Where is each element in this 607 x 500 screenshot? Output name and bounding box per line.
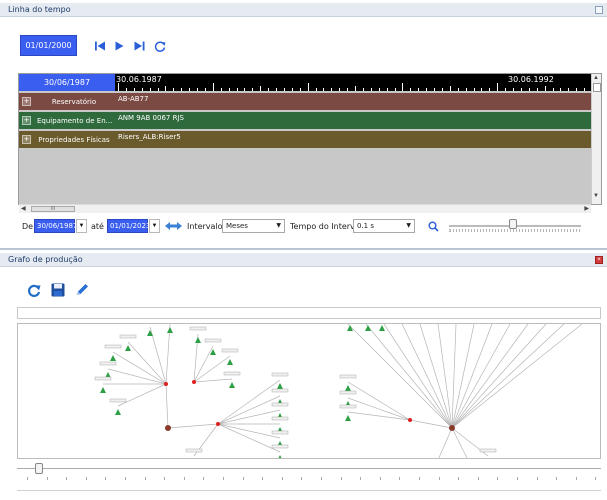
node-tag (119, 334, 137, 339)
track-bar-equipment[interactable]: ANM 9AB 0067 RJS (115, 112, 591, 129)
node-tag (185, 448, 203, 453)
expand-icon[interactable]: + (22, 116, 31, 125)
close-icon[interactable]: × (595, 256, 603, 264)
first-frame-icon[interactable] (94, 40, 107, 52)
track-bar-physical-properties[interactable]: Risers_ALB:Riser5 (115, 131, 591, 148)
interval-time-select[interactable]: 0.1 s ▼ (353, 219, 415, 233)
refresh-icon[interactable] (153, 40, 167, 52)
well-node (195, 337, 201, 343)
graph-timeline-thumb[interactable] (34, 463, 43, 474)
manifold-node (192, 458, 196, 459)
node-tag (99, 361, 117, 366)
from-date-dropdown[interactable]: ▼ (76, 219, 87, 233)
production-graph (94, 324, 583, 459)
well-node (147, 330, 153, 336)
expand-icon[interactable]: + (22, 97, 31, 106)
graph-panel-header: Grafo de produção × (0, 253, 607, 267)
timeline-horizontal-scrollbar[interactable]: ◀ III ▶ (19, 204, 591, 213)
horizontal-scroll-thumb[interactable]: III (31, 206, 75, 212)
timeline-panel-title: Linha do tempo (8, 5, 71, 14)
track-bar-reservoir[interactable]: AB-AB77 (115, 93, 591, 110)
manifold-node (216, 422, 220, 426)
current-date-button[interactable]: 01/01/2000 (20, 35, 77, 56)
last-frame-icon[interactable] (133, 40, 146, 52)
expand-icon[interactable]: + (22, 135, 31, 144)
node-tag (221, 348, 239, 353)
timeline-empty-area (19, 150, 591, 204)
save-icon[interactable] (50, 282, 66, 298)
node-tag (94, 376, 112, 381)
node-tag (271, 372, 289, 377)
well-node (278, 455, 282, 458)
from-date-field[interactable]: 30/06/1987 (34, 219, 77, 233)
well-node (115, 409, 121, 415)
well-node (125, 345, 131, 351)
well-node (379, 325, 385, 331)
node-tag (339, 374, 357, 379)
well-node (110, 355, 116, 361)
well-node (227, 359, 233, 365)
well-node (167, 327, 173, 333)
from-label: De (22, 222, 34, 231)
manifold-node (486, 458, 490, 459)
well-node (277, 383, 283, 389)
graph-search-bar[interactable] (17, 307, 601, 319)
ruler-start-label: 30.06.1987 (116, 75, 162, 84)
node-tag (223, 371, 241, 376)
node-tag (271, 444, 289, 449)
timeline-cursor-date: 30/06/1987 (19, 74, 115, 91)
zoom-slider-thumb[interactable] (509, 219, 517, 229)
interval-label: Intervalo: (187, 222, 226, 231)
to-date-dropdown[interactable]: ▼ (149, 219, 160, 233)
graph-timeline-ticks (17, 477, 601, 480)
manifold-node (165, 425, 171, 431)
node-tag (189, 326, 207, 331)
well-node (229, 382, 235, 388)
production-graph-canvas[interactable] (17, 323, 601, 459)
ruler-end-label: 30.06.1992 (508, 75, 554, 84)
node-tag (339, 390, 357, 395)
maximize-icon[interactable] (595, 6, 603, 14)
node-tag (109, 398, 127, 403)
edit-icon[interactable] (74, 282, 90, 298)
graph-panel-title: Grafo de produção (8, 255, 83, 264)
manifold-node (449, 425, 455, 431)
manifold-node (192, 380, 196, 384)
node-tag (339, 404, 357, 409)
manifold-node (408, 418, 412, 422)
node-tag (104, 344, 122, 349)
vertical-scroll-thumb[interactable] (593, 83, 601, 92)
timeline-vertical-scrollbar[interactable]: ▲ ▼ (591, 74, 601, 204)
track-label-equipment[interactable]: + Equipamento de En... (19, 112, 115, 129)
swap-arrows-icon[interactable] (165, 221, 182, 231)
track-label-reservoir[interactable]: + Reservatório (19, 93, 115, 110)
manifold-node (164, 382, 168, 386)
well-node (100, 387, 106, 393)
to-label: até (91, 222, 104, 231)
node-tag (271, 402, 289, 407)
node-tag (271, 416, 289, 421)
node-tag (479, 448, 497, 453)
well-node (345, 385, 351, 391)
graph-timeline-track[interactable] (17, 468, 601, 469)
play-icon[interactable] (113, 40, 126, 52)
refresh-icon[interactable] (26, 282, 42, 298)
timeline-ruler[interactable]: 30.06.1987 30.06.1992 (115, 74, 591, 91)
to-date-field[interactable]: 01/01/2023 (107, 219, 150, 233)
bottom-divider (17, 490, 601, 491)
node-tag (271, 388, 289, 393)
node-tag (271, 430, 289, 435)
well-node (345, 415, 351, 421)
interval-select[interactable]: Meses ▼ (222, 219, 285, 233)
node-tag (204, 338, 222, 343)
track-label-physical-properties[interactable]: + Propriedades Físicas (19, 131, 115, 148)
timeline-panel-header: Linha do tempo (0, 3, 607, 17)
zoom-icon (428, 221, 439, 232)
well-node (365, 325, 371, 331)
